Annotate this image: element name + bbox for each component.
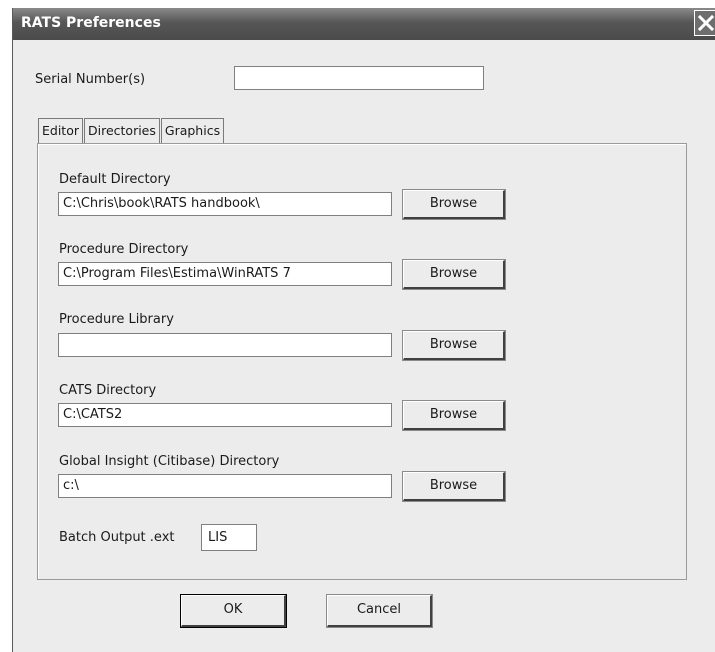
batch-output-ext-label: Batch Output .ext — [59, 530, 175, 545]
default-directory-label: Default Directory — [59, 172, 171, 187]
global-insight-directory-label: Global Insight (Citibase) Directory — [59, 454, 280, 469]
procedure-library-input[interactable] — [58, 333, 392, 357]
serial-number-input[interactable] — [234, 66, 484, 90]
cats-directory-input[interactable]: C:\CATS2 — [58, 403, 392, 427]
tab-editor[interactable]: Editor — [38, 118, 83, 145]
default-directory-browse-button[interactable]: Browse — [403, 190, 505, 219]
procedure-library-browse-button[interactable]: Browse — [403, 331, 505, 360]
serial-number-label: Serial Number(s) — [35, 72, 146, 87]
batch-output-ext-input[interactable]: LIS — [201, 524, 257, 551]
cancel-button[interactable]: Cancel — [327, 595, 432, 627]
close-icon — [698, 15, 714, 31]
window-title: RATS Preferences — [21, 15, 161, 31]
global-insight-directory-browse-button[interactable]: Browse — [403, 472, 505, 501]
tab-directories[interactable]: Directories — [84, 118, 160, 143]
tab-strip: Editor Directories Graphics — [38, 118, 225, 145]
default-directory-input[interactable]: C:\Chris\book\RATS handbook\ — [58, 192, 392, 216]
close-button[interactable] — [694, 10, 715, 36]
procedure-directory-input[interactable]: C:\Program Files\Estima\WinRATS 7 — [58, 262, 392, 286]
procedure-directory-browse-button[interactable]: Browse — [403, 260, 505, 289]
preferences-dialog: RATS Preferences Serial Number(s) Editor… — [12, 8, 715, 652]
tab-graphics[interactable]: Graphics — [160, 118, 225, 143]
cats-directory-label: CATS Directory — [59, 383, 157, 398]
procedure-library-label: Procedure Library — [59, 312, 174, 327]
directories-panel: Default Directory C:\Chris\book\RATS han… — [37, 143, 687, 580]
title-bar[interactable]: RATS Preferences — [13, 8, 715, 40]
cats-directory-browse-button[interactable]: Browse — [403, 401, 505, 430]
procedure-directory-label: Procedure Directory — [59, 242, 189, 257]
ok-button[interactable]: OK — [181, 595, 286, 627]
global-insight-directory-input[interactable]: c:\ — [58, 474, 392, 498]
